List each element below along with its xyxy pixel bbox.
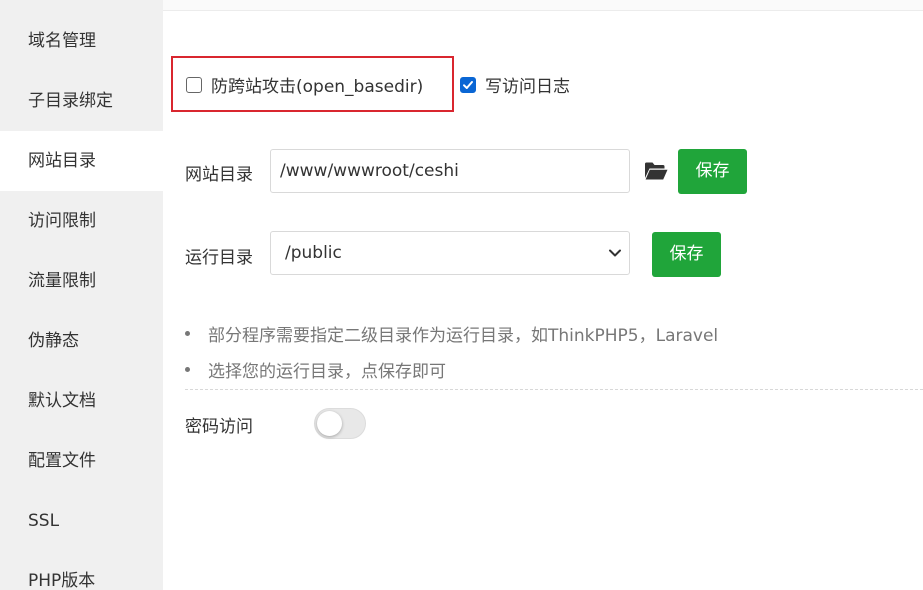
anti-xss-label: 防跨站攻击(open_basedir) <box>211 77 424 97</box>
site-dir-input[interactable]: /www/wwwroot/ceshi <box>270 149 630 193</box>
password-access-label: 密码访问 <box>185 417 253 437</box>
access-log-checkbox[interactable] <box>460 76 476 93</box>
access-log-label: 写访问日志 <box>485 77 570 97</box>
check-icon <box>463 80 473 89</box>
password-access-toggle[interactable] <box>314 408 366 439</box>
sidebar-item-traffic-limit[interactable]: 流量限制 <box>0 251 163 311</box>
access-log-option[interactable]: 写访问日志 <box>460 72 570 97</box>
site-dir-label: 网站目录 <box>185 165 253 185</box>
sidebar-item-site-directory[interactable]: 网站目录 <box>0 131 163 191</box>
sidebar-item-config-file[interactable]: 配置文件 <box>0 431 163 491</box>
toggle-knob <box>317 411 342 436</box>
sidebar-item-access-restriction[interactable]: 访问限制 <box>0 191 163 251</box>
run-dir-select[interactable]: /public <box>270 231 630 275</box>
sidebar-item-default-document[interactable]: 默认文档 <box>0 371 163 431</box>
bullet-icon <box>185 331 190 336</box>
site-settings-window: 域名管理 子目录绑定 网站目录 访问限制 流量限制 伪静态 默认文档 配置文件 … <box>0 0 923 590</box>
note-item: 选择您的运行目录，点保存即可 <box>185 357 446 382</box>
note-text: 部分程序需要指定二级目录作为运行目录，如ThinkPHP5，Laravel <box>208 326 719 346</box>
sidebar-item-php-version[interactable]: PHP版本 <box>0 551 163 590</box>
folder-open-icon[interactable] <box>644 161 668 181</box>
note-item: 部分程序需要指定二级目录作为运行目录，如ThinkPHP5，Laravel <box>185 321 718 346</box>
run-dir-selected-value: /public <box>285 243 342 263</box>
site-dir-save-button[interactable]: 保存 <box>678 149 747 194</box>
main-panel: 防跨站攻击(open_basedir) 写访问日志 网站目录 /www/wwwr… <box>163 0 923 590</box>
run-dir-save-button[interactable]: 保存 <box>652 232 721 277</box>
chevron-down-icon <box>609 249 621 257</box>
anti-xss-checkbox[interactable] <box>186 76 202 93</box>
divider <box>185 389 923 390</box>
sidebar-item-rewrite[interactable]: 伪静态 <box>0 311 163 371</box>
note-text: 选择您的运行目录，点保存即可 <box>208 362 446 382</box>
run-dir-label: 运行目录 <box>185 248 253 268</box>
bullet-icon <box>185 367 190 372</box>
sidebar-item-subdirectory-binding[interactable]: 子目录绑定 <box>0 71 163 131</box>
sidebar: 域名管理 子目录绑定 网站目录 访问限制 流量限制 伪静态 默认文档 配置文件 … <box>0 0 163 590</box>
sidebar-item-domain-management[interactable]: 域名管理 <box>0 0 163 71</box>
anti-xss-option[interactable]: 防跨站攻击(open_basedir) <box>186 72 423 97</box>
sidebar-item-ssl[interactable]: SSL <box>0 491 163 551</box>
